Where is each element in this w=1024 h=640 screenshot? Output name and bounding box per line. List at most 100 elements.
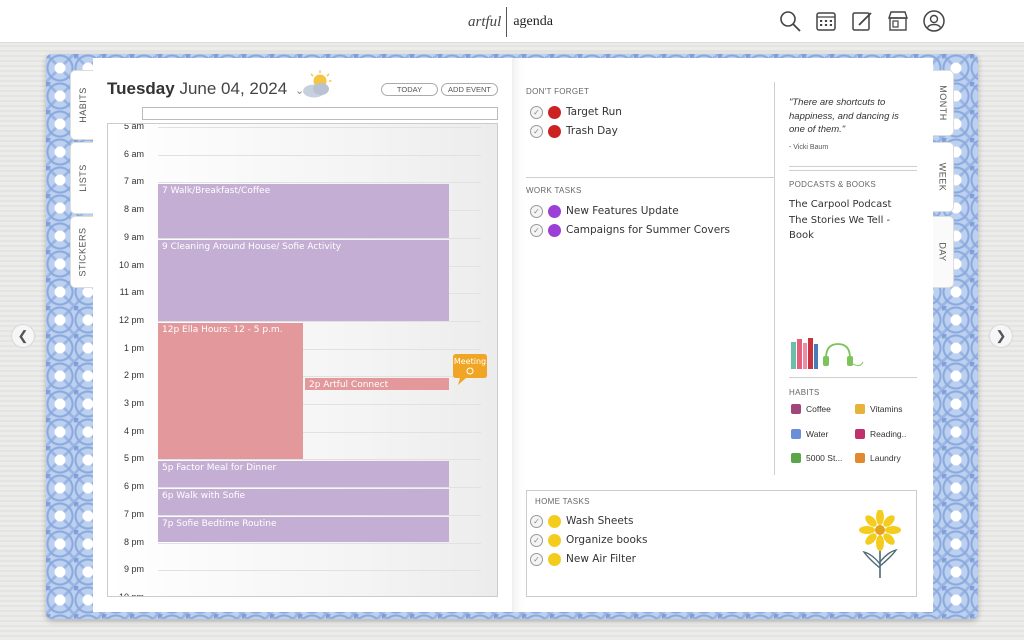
next-page-button[interactable]: ❯ — [989, 324, 1013, 348]
hour-line — [158, 320, 481, 322]
top-bar: artful agenda — [0, 0, 1024, 43]
tab-label: DAY — [937, 242, 948, 262]
habit-label: Vitamins — [870, 404, 903, 414]
brand-logo[interactable]: artful agenda — [468, 7, 553, 37]
habit-item[interactable]: Laundry — [855, 453, 901, 463]
divider — [526, 177, 774, 178]
hour-line — [158, 127, 481, 128]
priority-dot-icon — [548, 223, 561, 237]
podcast-item: The Stories We Tell - Book — [789, 214, 891, 242]
habit-item[interactable]: 5000 St... — [791, 453, 842, 463]
checkbox-icon[interactable]: ✓ — [530, 105, 543, 119]
tab-stickers[interactable]: STICKERS — [70, 216, 94, 288]
habit-icon — [855, 428, 865, 439]
podcasts-list: The Carpool Podcast The Stories We Tell … — [789, 197, 917, 244]
column-divider — [774, 82, 775, 475]
meeting-sticker[interactable]: Meeting — [452, 352, 488, 386]
task-text: New Air Filter — [566, 553, 636, 565]
quote-text: "There are shortcuts to happiness, and d… — [789, 97, 899, 135]
habit-item[interactable]: Coffee — [791, 404, 831, 414]
dont-forget-title: DON'T FORGET — [526, 87, 590, 96]
calendar-event[interactable]: 9 Cleaning Around House/ Sofie Activity — [158, 239, 449, 321]
task-item[interactable]: ✓ Campaigns for Summer Covers — [530, 222, 730, 238]
brand-right: agenda — [513, 14, 553, 29]
add-event-button[interactable]: ADD EVENT — [441, 83, 498, 96]
edit-icon[interactable] — [850, 9, 874, 33]
habit-icon — [855, 453, 865, 463]
habit-item[interactable]: Water — [791, 428, 828, 439]
tab-lists[interactable]: LISTS — [70, 142, 94, 214]
tab-label: LISTS — [77, 164, 88, 192]
brand-left: artful — [468, 13, 502, 30]
podcasts-title: PODCASTS & BOOKS — [789, 180, 877, 189]
task-item[interactable]: ✓ Wash Sheets — [530, 513, 633, 529]
checkbox-icon[interactable]: ✓ — [530, 552, 543, 566]
task-item[interactable]: ✓ New Air Filter — [530, 551, 636, 567]
task-item[interactable]: ✓ Target Run — [530, 104, 622, 120]
weather-icon[interactable] — [298, 70, 336, 100]
day-note-field[interactable] — [142, 107, 498, 120]
tab-label: HABITS — [77, 87, 88, 123]
hour-label: 12 pm — [118, 314, 144, 325]
hour-line — [158, 542, 481, 544]
task-item[interactable]: ✓ New Features Update — [530, 203, 679, 219]
hour-label: 2 pm — [123, 370, 144, 381]
habit-icon — [855, 404, 865, 414]
calendar-event[interactable]: 12p Ella Hours: 12 - 5 p.m. — [158, 322, 303, 460]
podcast-item: The Carpool Podcast — [789, 199, 892, 210]
chevron-right-icon: ❯ — [995, 328, 1007, 343]
tab-week[interactable]: WEEK — [932, 142, 954, 212]
hour-label: 1 pm — [123, 342, 144, 353]
hour-label: 9 pm — [123, 564, 144, 575]
page-title[interactable]: Tuesday June 04, 2024 ⌄ — [107, 79, 304, 99]
habit-label: 5000 St... — [806, 453, 843, 463]
calendar-event[interactable]: 7 Walk/Breakfast/Coffee — [158, 184, 449, 238]
checkbox-icon[interactable]: ✓ — [530, 223, 543, 237]
task-item[interactable]: ✓ Trash Day — [530, 123, 618, 139]
priority-dot-icon — [548, 533, 561, 547]
habit-icon — [791, 428, 801, 439]
checkbox-icon[interactable]: ✓ — [530, 204, 543, 218]
tab-month[interactable]: MONTH — [932, 70, 954, 136]
hour-label: 7 am — [123, 176, 144, 187]
task-item[interactable]: ✓ Organize books — [530, 532, 647, 548]
habit-label: Coffee — [806, 404, 831, 414]
habit-label: Laundry — [870, 453, 901, 463]
checkbox-icon[interactable]: ✓ — [530, 514, 543, 528]
checkbox-icon[interactable]: ✓ — [530, 533, 543, 547]
hour-line — [158, 514, 481, 516]
checkbox-icon[interactable]: ✓ — [530, 124, 543, 138]
habit-item[interactable]: Vitamins — [855, 404, 902, 414]
hour-line — [158, 237, 481, 239]
today-button[interactable]: TODAY — [381, 83, 438, 96]
task-text: Trash Day — [566, 125, 618, 137]
tab-day[interactable]: DAY — [932, 216, 954, 288]
chevron-left-icon: ❮ — [17, 328, 29, 343]
day-schedule[interactable]: 5 am 6 am 7 am 8 am 9 am 10 am 11 am 12 pm 1 pm 2… — [107, 123, 498, 597]
calendar-event[interactable]: 2p Artful Connect — [305, 378, 449, 391]
store-icon[interactable] — [886, 9, 910, 33]
task-text: Wash Sheets — [566, 515, 634, 527]
hour-label: 11 am — [119, 287, 144, 298]
hour-label: 5 am — [123, 123, 144, 131]
calendar-event[interactable]: 6p Walk with Sofie — [158, 489, 449, 515]
calendar-icon[interactable] — [814, 9, 838, 33]
prev-page-button[interactable]: ❮ — [11, 324, 35, 348]
calendar-event[interactable]: 5p Factor Meal for Dinner — [158, 461, 449, 488]
tab-label: WEEK — [937, 162, 948, 192]
hour-label: 3 pm — [123, 398, 144, 408]
tab-label: MONTH — [937, 85, 948, 121]
hour-label: 9 am — [123, 231, 144, 242]
sticker-label: Meeting — [454, 357, 486, 366]
hour-label: 7 pm — [123, 508, 144, 519]
tab-habits[interactable]: HABITS — [70, 70, 94, 140]
quote-author: - Vicki Baum — [789, 144, 829, 151]
hour-label: 10 am — [118, 259, 144, 270]
task-text: Target Run — [566, 106, 622, 118]
profile-icon[interactable] — [922, 9, 946, 33]
search-icon[interactable] — [778, 9, 802, 33]
calendar-event[interactable]: 7p Sofie Bedtime Routine — [158, 516, 449, 543]
priority-dot-icon — [548, 552, 561, 566]
habit-item[interactable]: Reading.. — [855, 428, 906, 439]
tab-label: STICKERS — [77, 227, 88, 277]
